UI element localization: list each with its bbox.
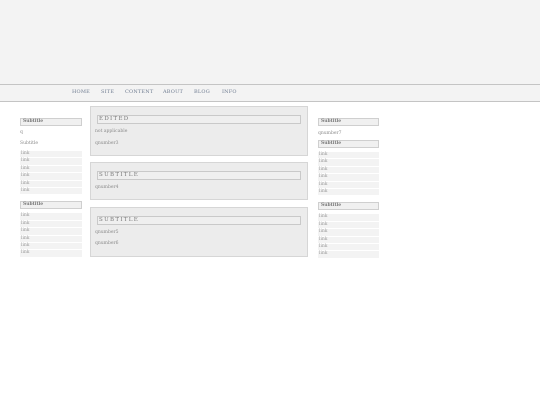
right-sidebar: Subtitle qnumber7 Subtitle link link lin… (318, 118, 379, 259)
nav-site-link[interactable]: SITE (101, 89, 114, 95)
sidebar-link[interactable]: link (318, 174, 379, 182)
left-box2-link-list: link link link link link link (20, 213, 82, 258)
right-box3-link-list: link link link link link link (318, 214, 379, 259)
sidebar-link[interactable]: link (20, 250, 82, 258)
panel-title: EDITED (97, 115, 301, 124)
content-panel: SUBTITLE qnumber4 (90, 162, 308, 200)
sidebar-link[interactable]: link (20, 235, 82, 243)
sidebar-link[interactable]: link (318, 159, 379, 167)
sidebar-link[interactable]: link (318, 214, 379, 222)
sidebar-link[interactable]: link (20, 228, 82, 236)
left-box1-link-list: link link link link link link (20, 151, 82, 196)
sidebar-link[interactable]: link (318, 181, 379, 189)
panel-text: qnumber5 (95, 230, 119, 235)
sidebar-link[interactable]: link (318, 251, 379, 259)
panel-title: SUBTITLE (97, 216, 301, 225)
right-box1-title: Subtitle (318, 118, 379, 126)
panel-title: SUBTITLE (97, 171, 301, 180)
nav-about-link[interactable]: ABOUT (163, 89, 183, 95)
right-box2-link-list: link link link link link link (318, 152, 379, 197)
right-box3-title: Subtitle (318, 202, 379, 211)
sidebar-link[interactable]: link (20, 173, 82, 181)
nav-content-link[interactable]: CONTENT (125, 89, 153, 95)
right-box2-title: Subtitle (318, 140, 379, 148)
sidebar-link[interactable]: link (318, 229, 379, 237)
content-panel: EDITED not applicable qnumber3 (90, 106, 308, 156)
sidebar-link[interactable]: link (318, 236, 379, 244)
sidebar-link[interactable]: link (20, 180, 82, 188)
left-box2-title: Subtitle (20, 201, 82, 210)
panel-text: qnumber6 (95, 241, 119, 246)
page-header (0, 0, 540, 84)
nav-info-link[interactable]: INFO (222, 89, 237, 95)
sidebar-link[interactable]: link (318, 188, 379, 197)
sidebar-link[interactable]: link (20, 213, 82, 221)
main-navigation: HOME SITE CONTENT ABOUT BLOG INFO (0, 84, 540, 102)
nav-blog-link[interactable]: BLOG (194, 89, 210, 95)
sidebar-link[interactable]: link (20, 187, 82, 196)
nav-home-link[interactable]: HOME (72, 89, 90, 95)
panel-text: qnumber4 (95, 185, 119, 190)
sidebar-link[interactable]: link (20, 158, 82, 166)
panel-text: not applicable (95, 129, 128, 134)
panel-text: qnumber3 (95, 141, 119, 146)
left-box1-title: Subtitle (20, 118, 82, 126)
left-sidebar: Subtitle q Subtitle link link link link … (20, 118, 82, 258)
content-panel: SUBTITLE qnumber5 qnumber6 (90, 207, 308, 257)
